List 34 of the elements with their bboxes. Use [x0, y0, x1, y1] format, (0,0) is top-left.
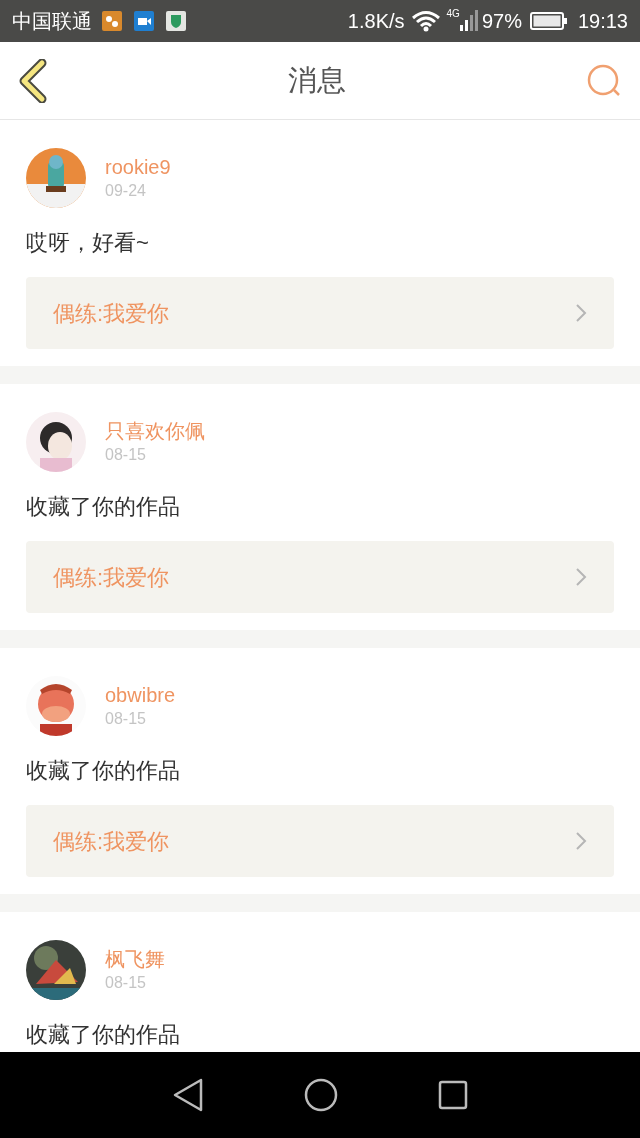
message-text: 收藏了你的作品 — [26, 757, 181, 785]
video-notification-icon — [134, 11, 154, 31]
page-title: 消息 — [288, 62, 346, 98]
signal-icon — [459, 9, 478, 33]
work-link[interactable]: 偶练:我爱你 — [26, 541, 614, 613]
wifi-icon — [410, 10, 441, 32]
battery-percentage: 97% — [481, 9, 522, 34]
back-icon[interactable] — [18, 58, 48, 103]
username[interactable]: 只喜欢你佩 — [105, 418, 205, 444]
shield-notification-icon — [166, 11, 186, 31]
chevron-right-icon — [575, 831, 587, 851]
chevron-right-icon — [575, 567, 587, 587]
username[interactable]: rookie9 — [105, 154, 171, 180]
username[interactable]: 枫飞舞 — [105, 946, 165, 972]
username[interactable]: obwibre — [105, 682, 176, 708]
app-notification-icon — [102, 11, 122, 31]
work-link[interactable]: 偶练:我爱你 — [26, 277, 614, 349]
home-nav-icon[interactable] — [304, 1078, 338, 1112]
message-date: 09-24 — [105, 181, 147, 201]
network-type: 4G — [446, 7, 460, 21]
battery-icon — [529, 11, 568, 31]
clock-time: 19:13 — [577, 9, 628, 34]
message-date: 08-15 — [105, 445, 147, 465]
message-text: 哎呀，好看~ — [26, 229, 150, 257]
message-text: 收藏了你的作品 — [26, 493, 181, 521]
carrier-name: 中国联通 — [12, 9, 92, 34]
work-link[interactable]: 偶练:我爱你 — [26, 805, 614, 877]
message-text: 收藏了你的作品 — [26, 1021, 181, 1049]
message-date: 08-15 — [105, 973, 147, 993]
recents-nav-icon[interactable] — [438, 1080, 468, 1110]
message-date: 08-15 — [105, 709, 147, 729]
back-nav-icon[interactable] — [172, 1078, 204, 1112]
chevron-right-icon — [575, 303, 587, 323]
network-speed: 1.8K/s — [347, 9, 405, 34]
